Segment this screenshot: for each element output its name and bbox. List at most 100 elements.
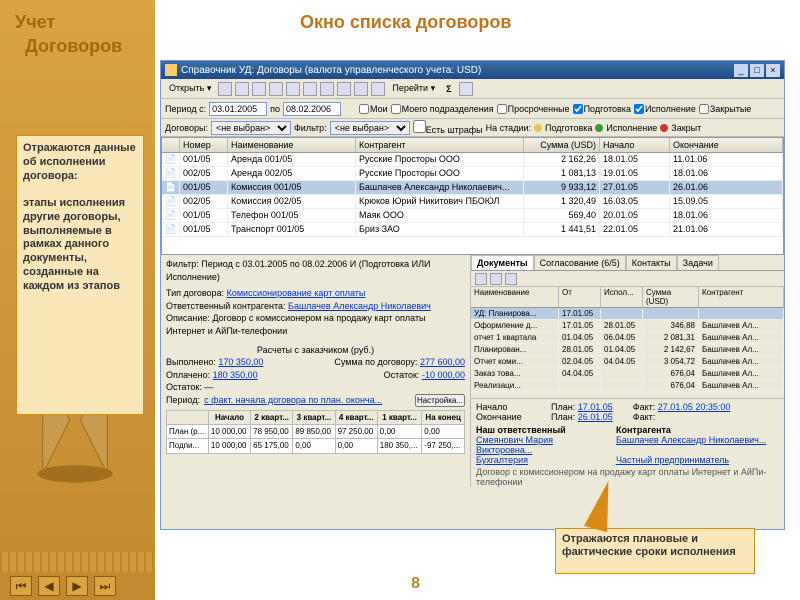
settings-button[interactable]: Настройка... [415, 394, 465, 407]
overdue-checkbox[interactable]: Просроченные [497, 104, 570, 114]
grid-row[interactable]: 📄001/05Аренда 001/05Русские Просторы ООО… [162, 153, 783, 167]
stage-closed: Закрыт [671, 123, 701, 133]
toolbar-icon-2[interactable] [235, 82, 249, 96]
tab-contacts[interactable]: Контакты [626, 255, 677, 270]
docs-tool-2[interactable] [490, 273, 502, 285]
col-name[interactable]: Наименование [228, 138, 356, 152]
dcol-exec[interactable]: Испол... [601, 287, 643, 307]
nav-next[interactable]: ▶ [66, 576, 88, 596]
details-right: Документы Согласование (6/5) Контакты За… [471, 255, 784, 487]
closed-checkbox[interactable]: Закрытые [699, 104, 751, 114]
slide-title: Окно списка договоров [300, 12, 511, 33]
prep-checkbox[interactable]: Подготовка [573, 104, 631, 114]
doc-row[interactable]: Оформление д...17.01.0528.01.05346,88Баш… [471, 320, 784, 332]
nav-last[interactable]: ⏭ [94, 576, 116, 596]
date-to-input[interactable] [283, 102, 341, 116]
slide-nav: ⏮ ◀ ▶ ⏭ [10, 576, 116, 596]
period-link[interactable]: с факт. начала договора по план. оконча.… [204, 394, 411, 407]
grid-row[interactable]: 📄001/05Транспорт 001/05Бриз ЗАО1 441,512… [162, 223, 783, 237]
window-title: Справочник УД: Договоры (валюта управлен… [181, 65, 481, 76]
nav-first[interactable]: ⏮ [10, 576, 32, 596]
stage-label: На стадии: [486, 123, 531, 133]
toolbar-icon-3[interactable] [252, 82, 266, 96]
calc-table: Начало2 кварт...3 кварт...4 кварт...1 кв… [166, 410, 465, 454]
my-checkbox[interactable]: Мои [359, 104, 388, 114]
doc-row[interactable]: отчет 1 квартала01.04.0506.04.052 081,31… [471, 332, 784, 344]
col-contr[interactable]: Контрагент [356, 138, 524, 152]
paid-link[interactable]: 180 350,00 [213, 370, 258, 380]
col-icon[interactable] [162, 138, 180, 152]
toolbar-icon-8[interactable] [337, 82, 351, 96]
dcol-ctr[interactable]: Контрагент [699, 287, 784, 307]
callout-pointer [590, 480, 630, 530]
sum-button[interactable]: Σ [442, 83, 455, 95]
doc-row[interactable]: Планирован...28.01.0501.04.052 142,67Баш… [471, 344, 784, 356]
goto-button[interactable]: Перейти ▾ [388, 82, 439, 95]
grid-row[interactable]: 📄002/05Комиссия 002/05Крюков Юрий Никито… [162, 195, 783, 209]
dcol-name[interactable]: Наименование [471, 287, 559, 307]
grid-row[interactable]: 📄002/05Аренда 002/05Русские Просторы ООО… [162, 167, 783, 181]
toolbar-icon-7[interactable] [320, 82, 334, 96]
col-end[interactable]: Окончание [670, 138, 783, 152]
maximize-button[interactable]: □ [750, 64, 764, 77]
close-button[interactable]: × [766, 64, 780, 77]
toolbar-icon-9[interactable] [354, 82, 368, 96]
stage-closed-dot [660, 124, 668, 132]
responsible-link[interactable]: Башлачев Александр Николаевич [288, 301, 431, 311]
tab-tasks[interactable]: Задачи [677, 255, 719, 270]
doc-row[interactable]: УД: Планирова...17.01.05 [471, 308, 784, 320]
toolbar-icon-help[interactable] [459, 82, 473, 96]
plan-end-link[interactable]: 26.01.05 [578, 412, 613, 422]
contracts-filter-bar: Договоры: <не выбран> Фильтр: <не выбран… [161, 119, 784, 137]
dcol-from[interactable]: От [559, 287, 601, 307]
doc-row[interactable]: Отчет коми...02.04.0504.04.053 054,72Баш… [471, 356, 784, 368]
toolbar-icon-5[interactable] [286, 82, 300, 96]
ctr-resp-link[interactable]: Башлачев Александр Николаевич... [616, 435, 766, 455]
rest-link[interactable]: -10 000,00 [422, 370, 465, 380]
toolbar-icon-1[interactable] [218, 82, 232, 96]
entity-link[interactable]: Частный предприниматель [616, 455, 729, 465]
tab-documents[interactable]: Документы [471, 255, 534, 270]
fines-checkbox[interactable]: Есть штрафы [413, 120, 483, 135]
done-link[interactable]: 170 350,00 [218, 357, 263, 367]
open-button[interactable]: Открыть ▾ [165, 82, 215, 95]
our-resp-link[interactable]: Смеянович Мария Викторовна... [476, 435, 606, 455]
mysub-checkbox[interactable]: Моего подразделения [391, 104, 494, 114]
docs-grid-header: Наименование От Испол... Сумма (USD) Кон… [471, 287, 784, 308]
doc-row[interactable]: Заказ това...04.04.05676,04Башлачев Ал..… [471, 368, 784, 380]
contracts-grid: Номер Наименование Контрагент Сумма (USD… [161, 137, 784, 255]
stage-exec: Исполнение [606, 123, 657, 133]
minimize-button[interactable]: _ [734, 64, 748, 77]
docs-tool-1[interactable] [475, 273, 487, 285]
col-number[interactable]: Номер [180, 138, 228, 152]
dept-link[interactable]: Бухгалтерия [476, 455, 606, 465]
sum-link[interactable]: 277 600,00 [420, 357, 465, 367]
doc-row[interactable]: Реализаци...676,04Башлачев Ал... [471, 380, 784, 392]
stage-prep: Подготовка [545, 123, 592, 133]
toolbar-icon-10[interactable] [371, 82, 385, 96]
filter-select[interactable]: <не выбран> [330, 121, 410, 135]
calc-title: Расчеты с заказчиком (руб.) [166, 344, 465, 357]
exec-checkbox[interactable]: Исполнение [634, 104, 696, 114]
grid-row[interactable]: 📄001/05Комиссия 001/05Башлачев Александр… [162, 181, 783, 195]
contract-type-link[interactable]: Комиссионирование карт оплаты [227, 288, 366, 298]
grid-row[interactable]: 📄001/05Телефон 001/05Маяк ООО569,4020.01… [162, 209, 783, 223]
toolbar: Открыть ▾ Перейти ▾ Σ [161, 79, 784, 99]
date-picker-icon[interactable] [344, 103, 356, 115]
docs-toolbar [471, 271, 784, 287]
fact-start-link[interactable]: 27.01.05 20:35:00 [658, 402, 731, 412]
docs-tool-3[interactable] [505, 273, 517, 285]
details-left: Фильтр: Период с 03.01.2005 по 08.02.200… [161, 255, 471, 487]
contracts-select[interactable]: <не выбран> [211, 121, 291, 135]
nav-prev[interactable]: ◀ [38, 576, 60, 596]
toolbar-icon-4[interactable] [269, 82, 283, 96]
window-titlebar[interactable]: Справочник УД: Договоры (валюта управлен… [161, 61, 784, 79]
date-from-input[interactable] [209, 102, 267, 116]
col-sum[interactable]: Сумма (USD) [524, 138, 600, 152]
tab-approval[interactable]: Согласование (6/5) [534, 255, 626, 270]
plan-start-link[interactable]: 17.01.05 [578, 402, 613, 412]
dcol-sum[interactable]: Сумма (USD) [643, 287, 699, 307]
col-start[interactable]: Начало [600, 138, 670, 152]
toolbar-icon-6[interactable] [303, 82, 317, 96]
details-pane: Фильтр: Период с 03.01.2005 по 08.02.200… [161, 255, 784, 487]
